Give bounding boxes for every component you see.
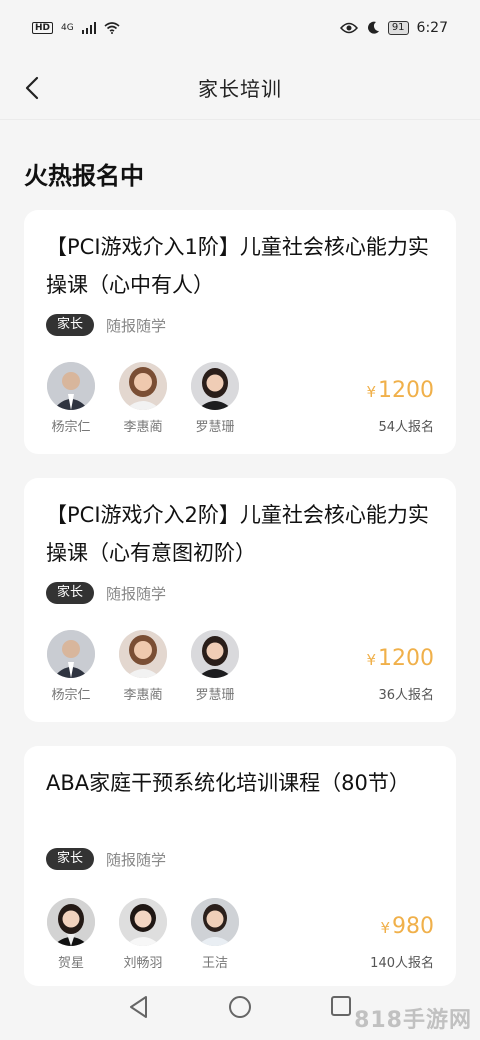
course-title: 【PCI游戏介入1阶】儿童社会核心能力实操课（心中有人） [46, 235, 429, 297]
course-price: ¥980 [380, 914, 434, 939]
avatar [191, 630, 239, 678]
course-price: ¥1200 [366, 378, 434, 403]
teacher[interactable]: 贺星 [46, 898, 96, 971]
avatar [119, 898, 167, 946]
mode-tag: 随报随学 [106, 850, 167, 869]
teacher-name: 李惠蔺 [123, 688, 163, 703]
teacher-name: 刘畅羽 [123, 956, 163, 971]
nav-back-button[interactable] [124, 992, 154, 1022]
eye-icon [339, 22, 358, 34]
course-card[interactable]: ABA家庭干预系统化培训课程（80节） 家长 随报随学 贺星 刘畅羽 王洁 ¥9… [24, 746, 456, 986]
avatar [119, 362, 167, 410]
mode-tag: 随报随学 [106, 584, 167, 603]
teacher[interactable]: 罗慧珊 [190, 630, 240, 703]
wifi-icon [104, 22, 120, 34]
status-right: 91 6:27 [339, 20, 448, 36]
watermark: 818手游网 [354, 1008, 472, 1033]
avatar [119, 630, 167, 678]
hd-icon: HD [32, 22, 54, 34]
section-title: 火热报名中 [24, 162, 144, 190]
avatar [191, 898, 239, 946]
avatar [47, 362, 95, 410]
teacher-list: 杨宗仁 李惠蔺 罗慧珊 [46, 630, 240, 703]
teacher-name: 杨宗仁 [51, 688, 91, 703]
teacher-name: 杨宗仁 [51, 420, 91, 435]
price-value: 980 [392, 914, 434, 939]
enroll-count: 54人报名 [378, 420, 434, 435]
currency-symbol: ¥ [366, 651, 376, 669]
app-header: 家长培训 [0, 56, 480, 120]
course-price: ¥1200 [366, 646, 434, 671]
teacher[interactable]: 刘畅羽 [118, 898, 168, 971]
square-recent-icon [331, 996, 351, 1016]
price-value: 1200 [378, 646, 434, 671]
chevron-left-icon [25, 76, 39, 100]
status-left: HD 4G [32, 22, 120, 34]
status-time: 6:27 [416, 20, 448, 36]
course-tags: 家长 随报随学 [46, 582, 166, 604]
teacher-name: 贺星 [57, 956, 84, 971]
page-title: 家长培训 [198, 77, 282, 101]
course-card[interactable]: 【PCI游戏介入1阶】儿童社会核心能力实操课（心中有人） 家长 随报随学 杨宗仁… [24, 210, 456, 454]
teacher-list: 贺星 刘畅羽 王洁 [46, 898, 240, 971]
avatar [47, 898, 95, 946]
status-bar: HD 4G 91 6:27 [0, 0, 480, 56]
teacher[interactable]: 杨宗仁 [46, 630, 96, 703]
course-title: 【PCI游戏介入2阶】儿童社会核心能力实操课（心有意图初阶） [46, 503, 429, 565]
teacher[interactable]: 王洁 [190, 898, 240, 971]
parent-tag: 家长 [46, 314, 95, 336]
nav-home-button[interactable] [225, 992, 255, 1022]
avatar [191, 362, 239, 410]
currency-symbol: ¥ [366, 383, 376, 401]
teacher-name: 罗慧珊 [195, 420, 235, 435]
teacher[interactable]: 杨宗仁 [46, 362, 96, 435]
teacher[interactable]: 李惠蔺 [118, 362, 168, 435]
teacher[interactable]: 李惠蔺 [118, 630, 168, 703]
currency-symbol: ¥ [380, 919, 390, 937]
triangle-back-icon [130, 996, 147, 1018]
signal-icon [81, 22, 96, 34]
teacher[interactable]: 罗慧珊 [190, 362, 240, 435]
teacher-list: 杨宗仁 李惠蔺 罗慧珊 [46, 362, 240, 435]
parent-tag: 家长 [46, 848, 95, 870]
course-tags: 家长 随报随学 [46, 848, 166, 870]
course-card[interactable]: 【PCI游戏介入2阶】儿童社会核心能力实操课（心有意图初阶） 家长 随报随学 杨… [24, 478, 456, 722]
teacher-name: 李惠蔺 [123, 420, 163, 435]
enroll-count: 36人报名 [378, 688, 434, 703]
battery-icon: 91 [387, 21, 409, 35]
enroll-count: 140人报名 [370, 956, 434, 971]
moon-icon [367, 21, 379, 34]
course-tags: 家长 随报随学 [46, 314, 166, 336]
mode-tag: 随报随学 [106, 316, 167, 335]
nav-recent-button[interactable] [326, 992, 356, 1022]
back-button[interactable] [18, 70, 46, 106]
circle-home-icon [229, 996, 251, 1018]
network-label: 4G [61, 22, 74, 33]
price-value: 1200 [378, 378, 434, 403]
parent-tag: 家长 [46, 582, 95, 604]
course-title: ABA家庭干预系统化培训课程（80节） [46, 771, 410, 795]
teacher-name: 王洁 [201, 956, 228, 971]
avatar [47, 630, 95, 678]
teacher-name: 罗慧珊 [195, 688, 235, 703]
